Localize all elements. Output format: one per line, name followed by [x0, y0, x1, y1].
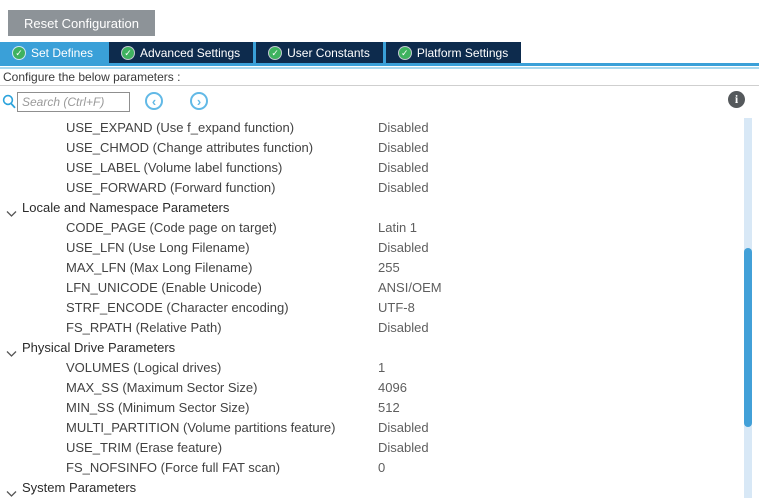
- parameter-value[interactable]: Disabled: [378, 438, 429, 458]
- parameter-name: USE_TRIM (Erase feature): [66, 440, 223, 455]
- search-row: ‹ › i: [0, 88, 759, 118]
- parameter-value[interactable]: 4096: [378, 378, 407, 398]
- section-label: Physical Drive Parameters: [22, 340, 176, 355]
- search-next-button[interactable]: ›: [190, 92, 208, 110]
- section-label: Locale and Namespace Parameters: [22, 200, 230, 215]
- tab-label: Advanced Settings: [140, 45, 241, 60]
- chevron-down-icon[interactable]: [6, 484, 17, 498]
- parameter-row[interactable]: VOLUMES (Logical drives) 1: [0, 358, 744, 378]
- check-icon: ✓: [398, 46, 411, 59]
- parameter-row[interactable]: USE_LABEL (Volume label functions) Disabl…: [0, 158, 744, 178]
- parameter-row[interactable]: STRF_ENCODE (Character encoding) UTF-8: [0, 298, 744, 318]
- parameter-name: CODE_PAGE (Code page on target): [66, 220, 277, 235]
- parameter-row[interactable]: USE_CHMOD (Change attributes function) Di…: [0, 138, 744, 158]
- check-icon: ✓: [269, 46, 282, 59]
- parameter-row[interactable]: MULTI_PARTITION (Volume partitions featu…: [0, 418, 744, 438]
- tab-underline-light: [0, 67, 759, 69]
- parameter-name: FS_RPATH (Relative Path): [66, 320, 222, 335]
- vertical-scrollbar-track[interactable]: [744, 118, 752, 498]
- parameter-value[interactable]: 255: [378, 258, 400, 278]
- parameter-row[interactable]: MAX_SS (Maximum Sector Size) 4096: [0, 378, 744, 398]
- parameter-row[interactable]: MAX_LFN (Max Long Filename) 255: [0, 258, 744, 278]
- tab-set-defines[interactable]: ✓ Set Defines: [0, 42, 107, 63]
- parameter-name: USE_LABEL (Volume label functions): [66, 160, 283, 175]
- parameter-row[interactable]: FS_NOFSINFO (Force full FAT scan) 0: [0, 458, 744, 478]
- parameter-value[interactable]: Disabled: [378, 138, 429, 158]
- parameter-value[interactable]: Disabled: [378, 418, 429, 438]
- parameter-name: VOLUMES (Logical drives): [66, 360, 222, 375]
- tab-platform-settings[interactable]: ✓ Platform Settings: [382, 42, 522, 63]
- parameter-row[interactable]: USE_EXPAND (Use f_expand function) Disabl…: [0, 118, 744, 138]
- tab-underline: [0, 63, 759, 66]
- check-icon: ✓: [122, 46, 135, 59]
- parameter-value[interactable]: UTF-8: [378, 298, 415, 318]
- reset-configuration-button[interactable]: Reset Configuration: [8, 10, 155, 36]
- chevron-left-icon: ‹: [151, 93, 157, 109]
- parameter-name: MULTI_PARTITION (Volume partitions featu…: [66, 420, 336, 435]
- parameters-panel: Reset Configuration ✓ Set Defines ✓ Advance…: [0, 0, 759, 498]
- parameter-value[interactable]: Disabled: [378, 158, 429, 178]
- section-row[interactable]: Physical Drive Parameters: [0, 338, 744, 358]
- parameter-row[interactable]: USE_LFN (Use Long Filename) Disabled: [0, 238, 744, 258]
- parameter-value[interactable]: 512: [378, 398, 400, 418]
- parameter-row[interactable]: CODE_PAGE (Code page on target) Latin 1: [0, 218, 744, 238]
- tab-label: Set Defines: [31, 45, 94, 60]
- info-icon[interactable]: i: [728, 91, 745, 108]
- tab-label: User Constants: [287, 45, 370, 60]
- parameter-value[interactable]: Latin 1: [378, 218, 417, 238]
- parameter-value[interactable]: Disabled: [378, 318, 429, 338]
- check-icon: ✓: [13, 46, 25, 59]
- parameter-name: USE_EXPAND (Use f_expand function): [66, 120, 295, 135]
- parameter-value[interactable]: 0: [378, 458, 385, 478]
- parameter-name: FS_NOFSINFO (Force full FAT scan): [66, 460, 281, 475]
- subtitle-text: Configure the below parameters :: [0, 70, 759, 86]
- parameter-row[interactable]: MIN_SS (Minimum Sector Size) 512: [0, 398, 744, 418]
- parameter-name: USE_FORWARD (Forward function): [66, 180, 276, 195]
- parameter-name: MIN_SS (Minimum Sector Size): [66, 400, 250, 415]
- tab-label: Platform Settings: [416, 45, 509, 60]
- search-previous-button[interactable]: ‹: [145, 92, 163, 110]
- search-input[interactable]: [17, 92, 130, 112]
- parameter-name: STRF_ENCODE (Character encoding): [66, 300, 289, 315]
- parameter-value[interactable]: Disabled: [378, 178, 429, 198]
- parameter-name: MAX_LFN (Max Long Filename): [66, 260, 253, 275]
- parameter-name: USE_LFN (Use Long Filename): [66, 240, 250, 255]
- section-row[interactable]: Locale and Namespace Parameters: [0, 198, 744, 218]
- parameter-list: USE_EXPAND (Use f_expand function) Disabl…: [0, 118, 744, 498]
- parameter-value[interactable]: Disabled: [378, 238, 429, 258]
- parameter-name: USE_CHMOD (Change attributes function): [66, 140, 314, 155]
- parameter-value[interactable]: 1: [378, 358, 385, 378]
- section-label: System Parameters: [22, 480, 137, 495]
- search-icon: [2, 94, 16, 114]
- parameter-value[interactable]: Disabled: [378, 118, 429, 138]
- parameter-row[interactable]: LFN_UNICODE (Enable Unicode) ANSI/OEM: [0, 278, 744, 298]
- vertical-scrollbar-thumb[interactable]: [744, 248, 752, 427]
- tab-advanced-settings[interactable]: ✓ Advanced Settings: [106, 42, 254, 63]
- parameter-row[interactable]: FS_RPATH (Relative Path) Disabled: [0, 318, 744, 338]
- section-row[interactable]: System Parameters: [0, 478, 744, 498]
- parameter-value[interactable]: ANSI/OEM: [378, 278, 442, 298]
- parameter-name: LFN_UNICODE (Enable Unicode): [66, 280, 262, 295]
- parameter-name: MAX_SS (Maximum Sector Size): [66, 380, 258, 395]
- tab-user-constants[interactable]: ✓ User Constants: [253, 42, 383, 63]
- chevron-right-icon: ›: [196, 93, 202, 109]
- tab-bar: ✓ Set Defines ✓ Advanced Settings ✓ User Cons…: [0, 42, 759, 63]
- parameter-row[interactable]: USE_TRIM (Erase feature) Disabled: [0, 438, 744, 458]
- parameter-row[interactable]: USE_FORWARD (Forward function) Disabled: [0, 178, 744, 198]
